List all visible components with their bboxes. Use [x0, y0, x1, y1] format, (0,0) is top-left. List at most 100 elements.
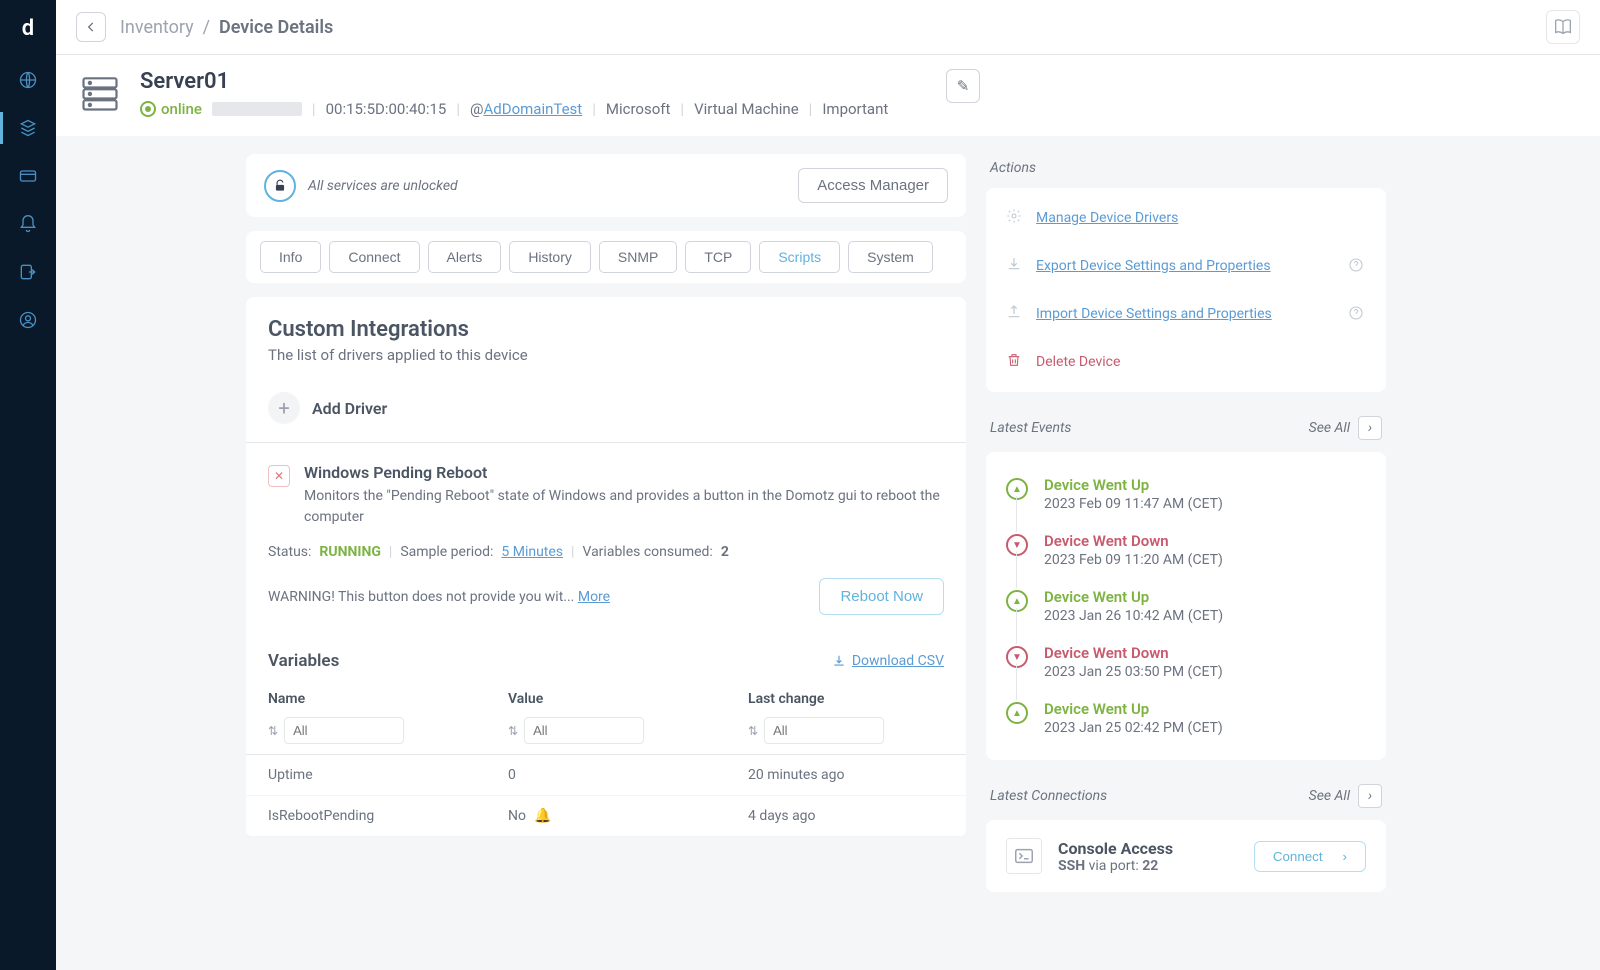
actions-list: Manage Device Drivers Export Device Sett…: [986, 188, 1386, 392]
filter-last-input[interactable]: [764, 717, 884, 744]
connection-card: Console Access SSH via port: 22 Connect›: [986, 820, 1386, 892]
event-item: ▲Device Went Up2023 Feb 09 11:47 AM (CET…: [1006, 466, 1366, 522]
vendor: Microsoft: [606, 100, 671, 118]
driver-desc: Monitors the "Pending Reboot" state of W…: [304, 486, 944, 528]
help-icon[interactable]: [1348, 305, 1366, 323]
tab-tcp[interactable]: TCP: [685, 241, 751, 273]
tab-info[interactable]: Info: [260, 241, 321, 273]
driver-title: Windows Pending Reboot: [304, 463, 944, 482]
device-header: Server01 online | 00:15:5D:00:40:15 | @A…: [56, 55, 1600, 136]
arrow-down-icon: ▼: [1006, 534, 1028, 556]
col-last: Last change: [726, 681, 966, 713]
importance: Important: [822, 100, 888, 118]
tab-alerts[interactable]: Alerts: [428, 241, 502, 273]
chevron-right-icon[interactable]: ›: [1358, 784, 1382, 808]
export-icon[interactable]: [16, 260, 40, 284]
connect-button[interactable]: Connect›: [1254, 841, 1366, 872]
panel-subtitle: The list of drivers applied to this devi…: [268, 346, 944, 364]
domain-link[interactable]: AdDomainTest: [483, 100, 582, 118]
app-sidebar: d: [0, 0, 56, 970]
download-csv-link[interactable]: Download CSV: [832, 653, 944, 669]
breadcrumb-current: Device Details: [219, 17, 333, 38]
tab-scripts[interactable]: Scripts: [759, 241, 840, 273]
bell-icon[interactable]: [16, 212, 40, 236]
breadcrumb: Inventory / Device Details: [120, 17, 333, 38]
arrow-up-icon: ▲: [1006, 478, 1028, 500]
variables-title: Variables: [268, 651, 339, 671]
driver-status: RUNNING: [319, 544, 380, 560]
sample-period-link[interactable]: 5 Minutes: [501, 544, 563, 560]
sort-icon[interactable]: ⇅: [508, 724, 518, 738]
upload-icon: [1006, 304, 1024, 324]
event-item: ▼Device Went Down2023 Feb 09 11:20 AM (C…: [1006, 522, 1366, 578]
action-import[interactable]: Import Device Settings and Properties: [986, 290, 1386, 338]
unlock-icon: [264, 170, 296, 202]
edit-button[interactable]: ✎: [946, 69, 980, 103]
actions-title: Actions: [986, 154, 1386, 188]
events-title: Latest Events: [990, 420, 1071, 436]
card-icon[interactable]: [16, 164, 40, 188]
vars-consumed: 2: [721, 544, 729, 560]
breadcrumb-parent[interactable]: Inventory: [120, 17, 194, 38]
gear-icon: [1006, 208, 1024, 228]
add-driver-button[interactable]: + Add Driver: [246, 374, 966, 443]
col-name: Name: [246, 681, 486, 713]
device-name: Server01: [140, 69, 930, 94]
events-list: ▲Device Went Up2023 Feb 09 11:47 AM (CET…: [986, 452, 1386, 760]
app-logo: d: [12, 12, 44, 44]
mac-address: 00:15:5D:00:40:15: [326, 100, 447, 118]
col-value: Value: [486, 681, 726, 713]
services-bar: All services are unlocked Access Manager: [246, 154, 966, 217]
plus-icon: +: [268, 392, 300, 424]
back-button[interactable]: [76, 12, 106, 42]
topbar: Inventory / Device Details: [56, 0, 1600, 55]
help-icon[interactable]: [1348, 257, 1366, 275]
docs-icon[interactable]: [1546, 10, 1580, 44]
device-type: Virtual Machine: [694, 100, 799, 118]
chevron-right-icon[interactable]: ›: [1358, 416, 1382, 440]
panel-title: Custom Integrations: [268, 317, 944, 342]
filter-value-input[interactable]: [524, 717, 644, 744]
arrow-up-icon: ▲: [1006, 702, 1028, 724]
event-item: ▲Device Went Up2023 Jan 26 10:42 AM (CET…: [1006, 578, 1366, 634]
action-manage-drivers[interactable]: Manage Device Drivers: [986, 194, 1386, 242]
services-text: All services are unlocked: [308, 178, 786, 194]
filter-name-input[interactable]: [284, 717, 404, 744]
redacted-ip: [212, 102, 302, 116]
tab-system[interactable]: System: [848, 241, 933, 273]
inventory-icon[interactable]: [16, 116, 40, 140]
conn-title: Console Access: [1058, 839, 1238, 858]
see-all-events[interactable]: See All: [1309, 420, 1350, 436]
driver-warning: WARNING! This button does not provide yo…: [268, 589, 574, 605]
download-icon: [1006, 256, 1024, 276]
arrow-down-icon: ▼: [1006, 646, 1028, 668]
server-icon: [76, 69, 124, 117]
trash-icon: [1006, 352, 1024, 372]
user-icon[interactable]: [16, 308, 40, 332]
action-delete[interactable]: Delete Device: [986, 338, 1386, 386]
connections-title: Latest Connections: [990, 788, 1107, 804]
globe-icon[interactable]: [16, 68, 40, 92]
bell-icon[interactable]: 🔔: [534, 808, 551, 824]
reboot-button[interactable]: Reboot Now: [819, 578, 944, 615]
integrations-panel: Custom Integrations The list of drivers …: [246, 297, 966, 837]
status-badge: online: [140, 100, 202, 118]
tab-history[interactable]: History: [509, 241, 591, 273]
variables-table: Name Value Last change ⇅ ⇅ ⇅ Uptime020 m…: [246, 681, 966, 837]
table-row: IsRebootPendingNo🔔4 days ago: [246, 796, 966, 837]
more-link[interactable]: More: [578, 589, 610, 605]
arrow-up-icon: ▲: [1006, 590, 1028, 612]
event-item: ▼Device Went Down2023 Jan 25 03:50 PM (C…: [1006, 634, 1366, 690]
tab-connect[interactable]: Connect: [329, 241, 419, 273]
sort-icon[interactable]: ⇅: [268, 724, 278, 738]
access-manager-button[interactable]: Access Manager: [798, 168, 948, 203]
table-row: Uptime020 minutes ago: [246, 755, 966, 796]
see-all-conns[interactable]: See All: [1309, 788, 1350, 804]
terminal-icon: [1006, 838, 1042, 874]
sort-icon[interactable]: ⇅: [748, 724, 758, 738]
tab-snmp[interactable]: SNMP: [599, 241, 677, 273]
tab-bar: InfoConnect AlertsHistorySNMPTCPScriptsSy…: [246, 231, 966, 283]
action-export[interactable]: Export Device Settings and Properties: [986, 242, 1386, 290]
event-item: ▲Device Went Up2023 Jan 25 02:42 PM (CET…: [1006, 690, 1366, 746]
remove-driver-button[interactable]: ✕: [268, 465, 290, 487]
